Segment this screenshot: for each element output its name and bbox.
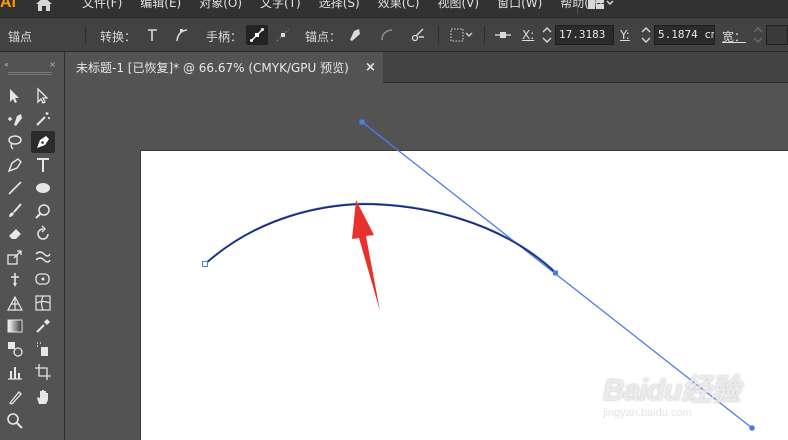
menu-items: 文件(F) 编辑(E) 对象(O) 文字(T) 选择(S) 效果(C) 视图(V… (80, 0, 619, 12)
x-label: X: (522, 28, 535, 42)
app-logo: Ai (0, 0, 16, 11)
artboard-tool-icon[interactable] (31, 361, 55, 383)
menu-separator (577, 0, 578, 14)
control-bar: 锚点 转换： 手柄： 锚点： X: 17.3183 c Y: 5.1874 cm… (0, 17, 788, 52)
divider (484, 26, 485, 44)
eyedropper-tool-icon[interactable] (31, 315, 55, 337)
width-stepper-icon[interactable] (752, 25, 764, 45)
menu-bar: Ai 文件(F) 编辑(E) 对象(O) 文字(T) 选择(S) 效果(C) 视… (0, 0, 788, 17)
warp-tool-icon[interactable] (31, 246, 55, 268)
paintbrush-tool-icon[interactable] (3, 200, 27, 222)
divider (85, 26, 86, 44)
divider (438, 26, 439, 44)
eraser-tool-icon[interactable] (3, 223, 27, 245)
slice-tool-icon[interactable] (3, 386, 27, 408)
workspace-switcher-icon[interactable] (588, 0, 614, 10)
shaper-tool-icon[interactable] (31, 200, 55, 222)
width-field[interactable] (766, 25, 788, 45)
menu-window[interactable]: 窗口(W) (495, 0, 544, 12)
menu-select[interactable]: 选择(S) (317, 0, 362, 12)
anchors-label: 锚点： (305, 30, 342, 44)
menu-effect[interactable]: 效果(C) (376, 0, 422, 12)
connect-anchors-icon[interactable] (376, 25, 398, 45)
zoom-tool-icon[interactable] (3, 410, 27, 432)
menu-type[interactable]: 文字(T) (258, 0, 303, 12)
document-tab[interactable]: 未标题-1 [已恢复]* @ 66.67% (CMYK/GPU 预览) × (65, 52, 383, 83)
pen-tool-icon[interactable] (31, 131, 55, 153)
blob-brush-tool-icon[interactable] (3, 154, 27, 176)
direct-selection-tool-icon[interactable] (31, 85, 55, 107)
show-handles-icon[interactable] (246, 25, 268, 45)
panel-drag-handle[interactable] (8, 72, 52, 75)
blend-tool-icon[interactable] (3, 338, 27, 360)
remove-anchor-icon[interactable] (344, 25, 366, 45)
collapse-icon[interactable]: « (4, 60, 9, 70)
width-tool-icon[interactable] (3, 269, 27, 291)
hand-tool-icon[interactable] (31, 386, 55, 408)
lasso-tool-icon[interactable] (3, 131, 27, 153)
convert-to-smooth-icon[interactable] (171, 25, 193, 45)
menu-view[interactable]: 视图(V) (435, 0, 481, 12)
align-anchor-icon[interactable] (492, 25, 514, 45)
perspective-grid-tool-icon[interactable] (3, 292, 27, 314)
close-panel-icon[interactable]: × (49, 60, 56, 70)
rotate-tool-icon[interactable] (31, 223, 55, 245)
anchor-options-icon[interactable] (448, 25, 476, 45)
x-stepper-icon[interactable] (541, 25, 553, 45)
anchor-point-label: 锚点 (8, 30, 33, 44)
curvature-tool-icon[interactable] (3, 108, 27, 130)
home-icon[interactable] (35, 0, 53, 12)
convert-to-corner-icon[interactable] (142, 25, 164, 45)
document-tab-title: 未标题-1 [已恢复]* @ 66.67% (CMYK/GPU 预览) (76, 61, 349, 75)
y-label: Y: (620, 28, 630, 42)
magic-wand-tool-icon[interactable] (31, 108, 55, 130)
width-label: 宽： (722, 30, 747, 44)
hide-handles-icon[interactable] (272, 25, 294, 45)
y-field[interactable]: 5.1874 cm (654, 25, 715, 45)
close-tab-icon[interactable]: × (365, 60, 376, 75)
selection-tool-icon[interactable] (3, 85, 27, 107)
puppet-warp-tool-icon[interactable] (31, 269, 55, 291)
panel-grip[interactable]: « × (0, 60, 60, 70)
graph-tool-icon[interactable] (3, 361, 27, 383)
type-tool-icon[interactable] (31, 154, 55, 176)
menu-file[interactable]: 文件(F) (80, 0, 124, 12)
convert-label: 转换： (100, 30, 137, 44)
tools-panel: « × (0, 52, 65, 440)
gradient-tool-icon[interactable] (3, 315, 27, 337)
ellipse-tool-icon[interactable] (31, 177, 55, 199)
line-tool-icon[interactable] (3, 177, 27, 199)
handle-label: 手柄： (206, 30, 243, 44)
baidu-watermark: Baidu经验 jingyan.baidu.com (603, 365, 740, 419)
y-stepper-icon[interactable] (640, 25, 652, 45)
x-field[interactable]: 17.3183 c (555, 25, 614, 45)
watermark-main-text: Baidu经验 (603, 374, 740, 407)
scale-tool-icon[interactable] (3, 246, 27, 268)
document-tab-bar: 未标题-1 [已恢复]* @ 66.67% (CMYK/GPU 预览) × (65, 52, 788, 83)
menu-object[interactable]: 对象(O) (197, 0, 244, 12)
symbol-sprayer-tool-icon[interactable] (31, 338, 55, 360)
mesh-tool-icon[interactable] (31, 292, 55, 314)
menu-edit[interactable]: 编辑(E) (138, 0, 183, 12)
cut-path-icon[interactable] (407, 25, 429, 45)
